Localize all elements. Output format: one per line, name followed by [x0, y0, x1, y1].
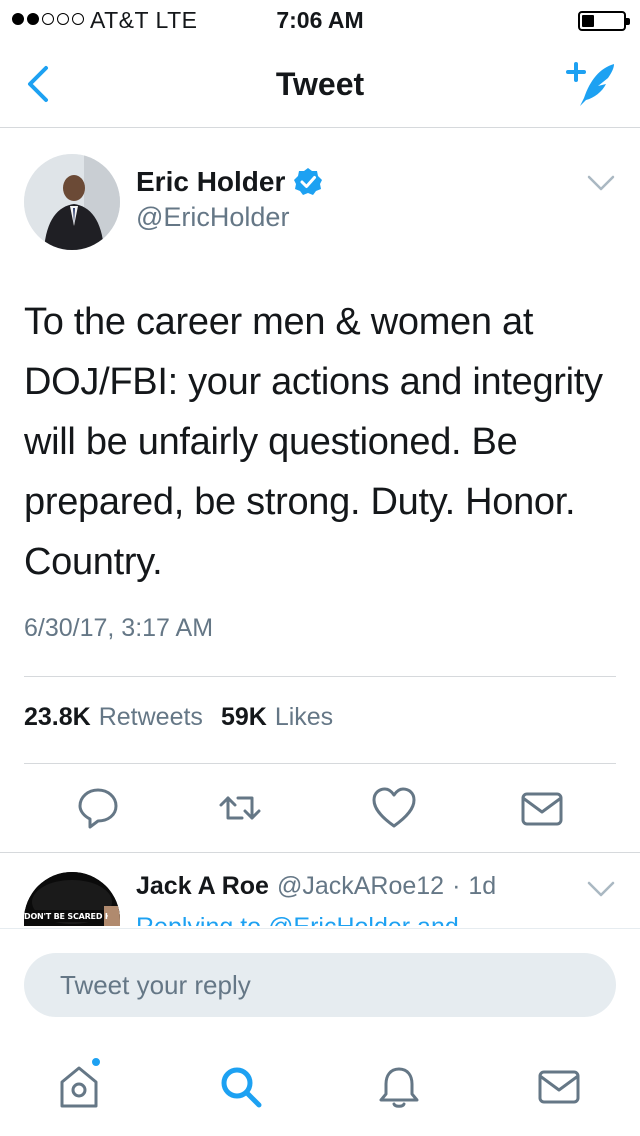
- reply-separator: ·: [452, 872, 461, 900]
- likes-count[interactable]: 59K: [221, 703, 267, 732]
- chevron-down-icon[interactable]: [586, 172, 616, 194]
- likes-label[interactable]: Likes: [275, 703, 333, 732]
- notification-dot: [90, 1056, 102, 1068]
- tweet-timestamp: 6/30/17, 3:17 AM: [24, 614, 214, 642]
- author-name[interactable]: Eric Holder: [136, 166, 323, 198]
- home-icon[interactable]: [56, 1064, 102, 1110]
- like-icon[interactable]: [370, 784, 418, 832]
- avatar[interactable]: [24, 154, 120, 250]
- messages-icon[interactable]: [536, 1064, 582, 1110]
- search-icon[interactable]: [218, 1064, 264, 1110]
- retweets-label[interactable]: Retweets: [99, 703, 203, 732]
- verified-badge-icon: [294, 168, 323, 195]
- chevron-down-icon[interactable]: [586, 878, 616, 900]
- reply-time: 1d: [468, 872, 497, 900]
- status-time: 7:06 AM: [276, 7, 364, 33]
- compose-tweet-icon[interactable]: [564, 60, 618, 110]
- author-name-text[interactable]: Eric Holder: [136, 166, 285, 198]
- reply-author[interactable]: Jack A Roe @JackARoe12 · 1d: [136, 872, 496, 901]
- author-handle[interactable]: @EricHolder: [136, 202, 289, 233]
- tweet-stats: 23.8K Retweets 59K Likes: [24, 703, 343, 732]
- battery-icon: [578, 11, 630, 31]
- reply-input[interactable]: [24, 953, 616, 1017]
- reply-author-handle[interactable]: @JackARoe12: [277, 872, 444, 901]
- reply-avatar-caption: DON'T BE SCARED HOMIE: [24, 912, 108, 921]
- tab-bar: [0, 1036, 640, 1136]
- tweet-actions: [0, 780, 640, 840]
- tweet-text: To the career men & women at DOJ/FBI: yo…: [24, 301, 603, 583]
- page-title: Tweet: [275, 66, 365, 102]
- divider: [24, 763, 616, 764]
- reply-context: Replying to @EricHolder and: [136, 912, 616, 926]
- retweets-count[interactable]: 23.8K: [24, 703, 91, 732]
- divider: [24, 676, 616, 677]
- notifications-icon[interactable]: [376, 1064, 422, 1110]
- reply-avatar[interactable]: DON'T BE SCARED HOMIE: [24, 872, 120, 926]
- status-bar: AT&T LTE 7:06 AM: [0, 0, 640, 40]
- replying-to-text[interactable]: Replying to @EricHolder and: [136, 912, 616, 926]
- navigation-bar: Tweet: [0, 40, 640, 128]
- reply-icon[interactable]: [74, 784, 122, 832]
- retweet-icon[interactable]: [216, 784, 264, 832]
- section-divider: [0, 852, 640, 853]
- direct-message-icon[interactable]: [518, 784, 566, 832]
- reply-author-name[interactable]: Jack A Roe: [136, 872, 269, 901]
